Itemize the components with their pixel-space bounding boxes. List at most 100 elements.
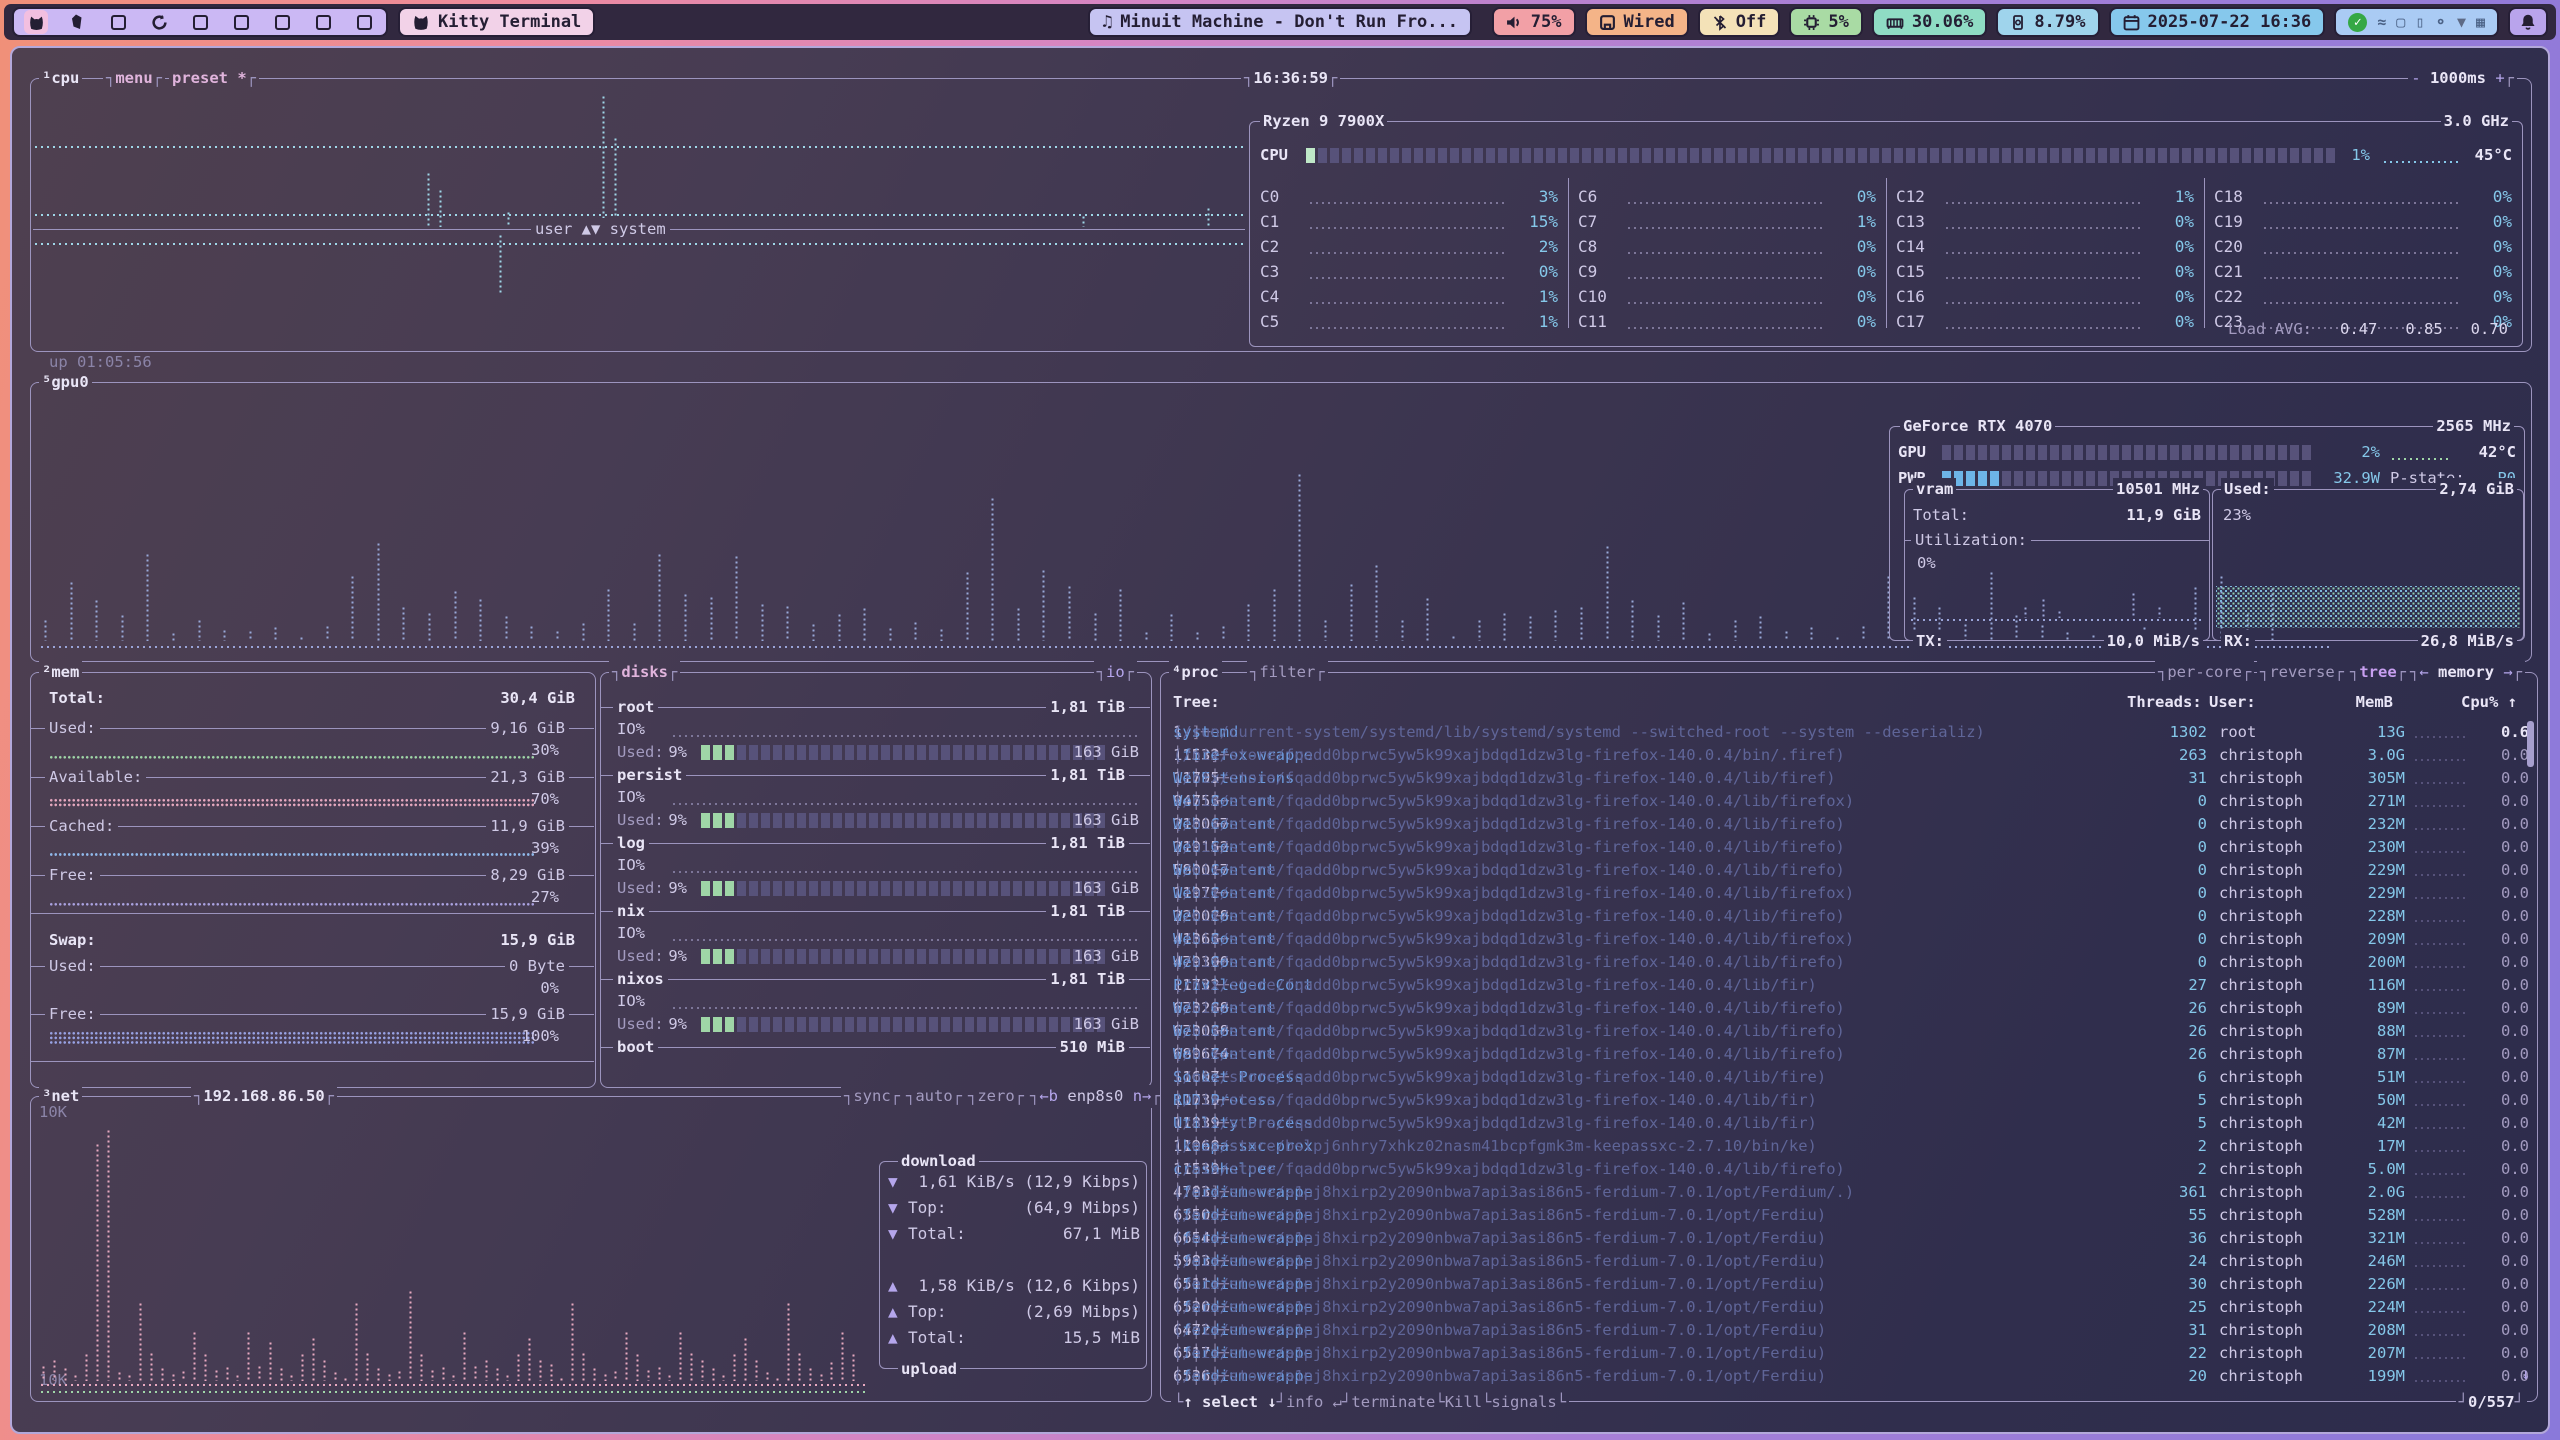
preset-button[interactable]: preset *┌ (169, 67, 259, 90)
menu-button[interactable]: ┐menu┌ (103, 67, 165, 90)
terminate-action[interactable]: terminate (1351, 1393, 1435, 1411)
workspace-square-icon[interactable] (188, 10, 212, 34)
process-row[interactable]: │ │ ├─ 94753 Web Content (/nix/store/fqa… (1173, 790, 2529, 813)
cpu-total-bar (1306, 148, 2336, 163)
interface-selector[interactable]: ┐←b enp8s0 n→┌ (1027, 1085, 1164, 1108)
process-row[interactable]: │ │ ├─ 220028 Web Content (/nix/store/fq… (1173, 905, 2529, 928)
auto-button[interactable]: ┐auto┌ (903, 1085, 965, 1108)
sync-button[interactable]: ┐sync┌ (841, 1085, 903, 1108)
process-row[interactable]: │ │ ├─ 6654 .ferdium-wrappe (/nix/store/… (1173, 1227, 2529, 1250)
music-pill[interactable]: ♫ Minuit Machine - Don't Run Fro... (1088, 7, 1472, 37)
gpu-tab[interactable]: ⁵gpu0 (39, 371, 92, 394)
window-title-pill[interactable]: Kitty Terminal (398, 7, 595, 37)
sort-column-selector[interactable]: ┐← memory →┌ (2407, 661, 2525, 684)
workspace-square-icon[interactable] (352, 10, 376, 34)
process-row[interactable]: │ │ ├─ 580017 Web Content (/nix/store/fq… (1173, 859, 2529, 882)
threads-column-header[interactable]: Threads: (2127, 691, 2202, 714)
process-memory: 232M (2319, 813, 2405, 836)
clock-module[interactable]: 2025-07-22 16:36 (2109, 7, 2326, 37)
process-row[interactable]: │ │ ├─ 6536 .ferdium-wrappe (/nix/store/… (1173, 1365, 2529, 1388)
workspace-obsidian-icon[interactable] (65, 10, 89, 34)
workspace-refresh-icon[interactable] (147, 10, 171, 34)
process-cpu: 0.0 (2473, 859, 2529, 882)
core-spark (1944, 201, 2144, 205)
cpu-column-header[interactable]: Cpu% ↑ (2441, 691, 2517, 714)
workspace-square-icon[interactable] (311, 10, 335, 34)
process-row[interactable]: │ │ ├─ 11739 RDD Process (/nix/store/fqa… (1173, 1089, 2529, 1112)
info-action[interactable]: info ↵ (1286, 1393, 1342, 1411)
cpu-tab[interactable]: ¹cpu (39, 67, 82, 90)
process-row[interactable]: │ │ ├─ 11795 WebExtensions (/nix/store/f… (1173, 767, 2529, 790)
process-row[interactable]: │ │ ├─ 6517 .ferdium-wrappe (/nix/store/… (1173, 1342, 2529, 1365)
reverse-toggle[interactable]: ┐reverse┌ (2257, 661, 2347, 684)
workspace-square-icon[interactable] (106, 10, 130, 34)
gpu-spike (1144, 631, 1149, 641)
filter-button[interactable]: ┐filter┌ (1247, 661, 1328, 684)
disk-used-value: 163 GiB (1041, 877, 1139, 900)
tx-baseline (1909, 618, 2205, 622)
process-row[interactable]: │ │ ├─ 673288 Web Content (/nix/store/fq… (1173, 997, 2529, 1020)
bluetooth-module[interactable]: Off (1698, 7, 1781, 37)
signals-action[interactable]: signals (1491, 1393, 1556, 1411)
check-circle-icon[interactable]: ✓ (2348, 13, 2367, 32)
scrollbar-thumb[interactable] (2527, 721, 2534, 767)
process-row[interactable]: │ │ ├─ 41363 Web Content (/nix/store/fqa… (1173, 928, 2529, 951)
clipboard-icon[interactable]: ▢ (2396, 13, 2405, 31)
process-row[interactable]: │ │ ├─ 11972 Web Content (/nix/store/fqa… (1173, 882, 2529, 905)
process-row[interactable]: │ │ ├─ 6472 .ferdium-wrappe (/nix/store/… (1173, 1319, 2529, 1342)
process-row[interactable]: │ │ ├─ 6511 .ferdium-wrappe (/nix/store/… (1173, 1273, 2529, 1296)
tree-column-header[interactable]: Tree: (1173, 691, 1220, 714)
process-row[interactable]: │ │ ├─ 6520 .ferdium-wrappe (/nix/store/… (1173, 1296, 2529, 1319)
process-row[interactable]: │ [-]─11532 .firefox-wrappe (/nix/store/… (1173, 744, 2529, 767)
keyboard-icon[interactable]: ▦ (2476, 13, 2485, 31)
process-row[interactable]: │ │ ├─ 6350 .ferdium-wrappe (/nix/store/… (1173, 1204, 2529, 1227)
zero-button[interactable]: ┐zero┌ (965, 1085, 1027, 1108)
process-row[interactable]: │ │ ├─ 11732 Privileged Cont (/nix/store… (1173, 974, 2529, 997)
process-row[interactable]: │ │ └─ 11539 crashhelper (/nix/store/fqa… (1173, 1158, 2529, 1181)
memory-tab[interactable]: ²mem (39, 661, 82, 684)
process-row[interactable]: │ │ ├─ 479390 Web Content (/nix/store/fq… (1173, 951, 2529, 974)
workspace-square-icon[interactable] (270, 10, 294, 34)
interval-control[interactable]: - 1000ms +┌ (2408, 67, 2517, 90)
process-command: │ │ ├─ 11968 .keepassxc-prox (/nix/store… (1173, 1135, 2125, 1158)
memb-column-header[interactable]: MemB (2307, 691, 2393, 714)
gpu-module[interactable]: 8.79% (1996, 7, 2099, 37)
process-row[interactable]: │ │ ├─ 689674 Web Content (/nix/store/fq… (1173, 1043, 2529, 1066)
per-core-toggle[interactable]: ┐per-core┌ (2155, 661, 2254, 684)
notifications-module[interactable] (2508, 7, 2548, 37)
process-row[interactable]: │ │ ├─ 11968 .keepassxc-prox (/nix/store… (1173, 1135, 2529, 1158)
select-action[interactable]: ↑ select ↓ (1183, 1393, 1276, 1411)
core-label: C5 (1260, 309, 1279, 334)
process-row[interactable]: │ │ ├─ 218067 Web Content (/nix/store/fq… (1173, 813, 2529, 836)
process-row[interactable]: │ │ ├─ 673038 Web Content (/nix/store/fq… (1173, 1020, 2529, 1043)
volume-module[interactable]: 75% (1492, 7, 1576, 37)
phone-icon[interactable]: ▯ (2415, 13, 2424, 31)
io-tab[interactable]: ┐io┌ (1094, 661, 1137, 684)
disks-tab[interactable]: ┐disks┌ (609, 661, 680, 684)
cpu-module[interactable]: 5% (1789, 7, 1862, 37)
process-row[interactable]: │ │ ├─ 5983 .ferdium-wrappe (/nix/store/… (1173, 1250, 2529, 1273)
workspace-cat-icon[interactable] (24, 10, 48, 34)
gpu-util-percent: 2% (2320, 441, 2380, 464)
triangle-icon[interactable]: ▼ (2457, 13, 2466, 31)
memory-module[interactable]: 30.06% (1872, 7, 1987, 37)
process-row[interactable]: │ │ ├─ 11607 Socket Process (/nix/store/… (1173, 1066, 2529, 1089)
user-column-header[interactable]: User: (2209, 691, 2256, 714)
process-row[interactable]: │ │ ├─ 219152 Web Content (/nix/store/fq… (1173, 836, 2529, 859)
network-module[interactable]: Wired (1585, 7, 1689, 37)
vram-used-percent: 23% (2223, 504, 2251, 527)
core-label: C6 (1578, 184, 1597, 209)
process-tab[interactable]: ⁴proc (1169, 661, 1222, 684)
download-row: ▼Total:67,1 MiB (880, 1224, 1148, 1247)
key-icon[interactable]: ⚬ (2434, 13, 2447, 31)
net-spike (721, 1374, 726, 1381)
kill-action[interactable]: Kill (1445, 1393, 1482, 1411)
workspace-square-icon[interactable] (229, 10, 253, 34)
wave-icon[interactable]: ≈ (2377, 13, 2386, 31)
process-user: christoph (2219, 951, 2303, 974)
process-row[interactable]: │ │ ├─ 11839 Utility Process (/nix/store… (1173, 1112, 2529, 1135)
scroll-down-arrow[interactable]: ↓ (2521, 1363, 2530, 1386)
tree-toggle[interactable]: ┐tree┌ (2347, 661, 2409, 684)
process-row[interactable]: │ [-]─4783 .ferdium-wrappe (/nix/store/a… (1173, 1181, 2529, 1204)
process-row[interactable]: [-]─1 systemd (/run/current-system/syste… (1173, 721, 2529, 744)
